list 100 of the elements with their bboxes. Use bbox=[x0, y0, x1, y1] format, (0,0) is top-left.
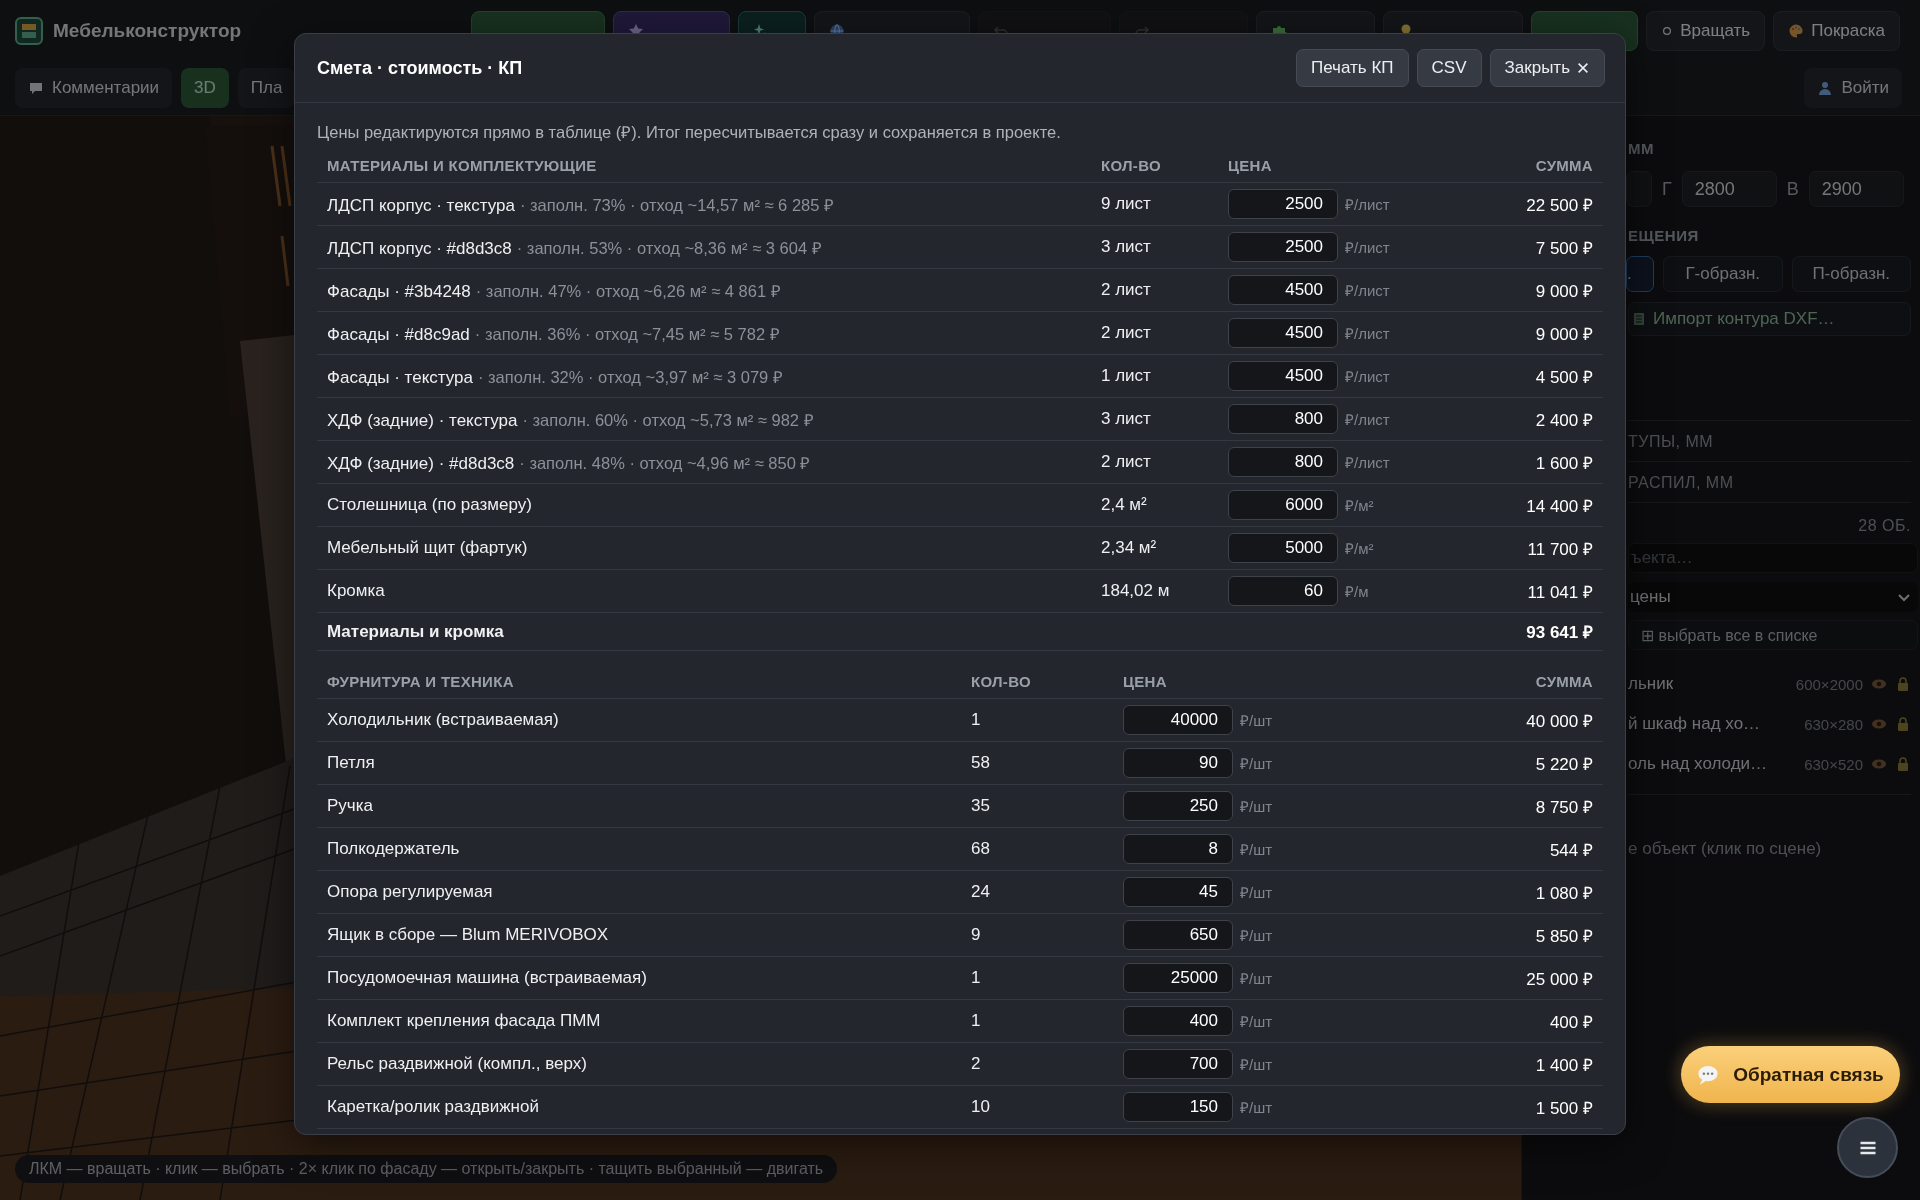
filter-dropdown[interactable]: цены bbox=[1628, 582, 1918, 612]
object-name[interactable]: оль над холоди… bbox=[1628, 754, 1797, 774]
item-name: Мебельный щит (фартук) bbox=[327, 538, 528, 558]
price-field[interactable]: 400 bbox=[1123, 1006, 1233, 1036]
dialog-button[interactable]: Печать КП bbox=[1296, 49, 1409, 87]
price-field[interactable]: 2500 bbox=[1228, 232, 1338, 262]
row-sum: 1 080 ₽ bbox=[1534, 882, 1593, 904]
unit-label: ₽/лист bbox=[1344, 195, 1391, 214]
ring-icon bbox=[1661, 24, 1674, 37]
login-button[interactable]: Войти bbox=[1804, 68, 1902, 108]
lock-icon bbox=[1895, 676, 1911, 692]
item-details: · заполн. 47% · отход ~6,26 м² ≈ 4 861 ₽ bbox=[475, 280, 781, 302]
palette-icon bbox=[1788, 22, 1805, 39]
unit-label: ₽/м² bbox=[1344, 539, 1375, 558]
section-title: РАСПИЛ, ММ bbox=[1628, 474, 1735, 492]
toolbar-button[interactable]: Вращать bbox=[1646, 10, 1766, 51]
price-field[interactable]: 45 bbox=[1123, 877, 1233, 907]
item-details: · заполн. 60% · отход ~5,73 м² ≈ 982 ₽ bbox=[522, 409, 814, 431]
price-field[interactable]: 700 bbox=[1123, 1049, 1233, 1079]
input-field[interactable] bbox=[1626, 171, 1652, 207]
row-sum: 2 400 ₽ bbox=[1534, 409, 1593, 431]
price-field[interactable]: 4500 bbox=[1228, 318, 1338, 348]
quantity: 1 bbox=[971, 968, 982, 988]
price-field[interactable]: 2500 bbox=[1228, 189, 1338, 219]
unit-label: ₽/шт bbox=[1239, 797, 1274, 816]
shape-option[interactable]: Г-образн. bbox=[1663, 256, 1783, 292]
item-name: Фасады · #d8c9ad bbox=[327, 324, 470, 345]
row-sum: 1 600 ₽ bbox=[1534, 452, 1593, 474]
price-field[interactable]: 800 bbox=[1228, 404, 1338, 434]
feedback-button[interactable]: Обратная связь bbox=[1681, 1046, 1900, 1103]
view-tab[interactable]: Пла bbox=[237, 68, 296, 108]
speech-bubble-icon bbox=[1697, 1063, 1720, 1086]
item-details: · заполн. 73% · отход ~14,57 м² ≈ 6 285 ₽ bbox=[519, 194, 834, 216]
unit-label: ₽/шт bbox=[1239, 840, 1274, 859]
unit-label: ₽/лист bbox=[1344, 410, 1391, 429]
row-sum: 544 ₽ bbox=[1548, 839, 1593, 861]
row-sum: 5 220 ₽ bbox=[1534, 753, 1593, 775]
item-details: · заполн. 48% · отход ~4,96 м² ≈ 850 ₽ bbox=[519, 452, 811, 474]
column-header: ЦЕНА bbox=[1228, 157, 1273, 174]
price-field[interactable]: 6000 bbox=[1228, 490, 1338, 520]
item-name: Холодильник (встраиваемая) bbox=[327, 710, 559, 730]
price-field[interactable]: 800 bbox=[1228, 447, 1338, 477]
quantity: 2 лист bbox=[1101, 452, 1152, 472]
unit-label: ₽/шт bbox=[1239, 711, 1274, 730]
item-name: Петля bbox=[327, 753, 375, 773]
row-sum: 5 850 ₽ bbox=[1534, 925, 1593, 947]
item-name: ХДФ (задние) · #d8d3c8 bbox=[327, 453, 515, 474]
quantity: 2 лист bbox=[1101, 280, 1152, 300]
row-sum: 11 700 ₽ bbox=[1526, 538, 1593, 560]
object-name[interactable]: льник bbox=[1628, 674, 1788, 694]
item-name: Фасады · текстура bbox=[327, 367, 473, 388]
unit-label: ₽/м² bbox=[1344, 496, 1375, 515]
unit-label: ₽/шт bbox=[1239, 883, 1274, 902]
item-name: Ящик в сборе — Blum MERIVOBOX bbox=[327, 925, 609, 945]
price-field[interactable]: 250 bbox=[1123, 791, 1233, 821]
row-sum: 400 ₽ bbox=[1548, 1011, 1593, 1033]
input-field[interactable]: 2900 bbox=[1808, 171, 1904, 207]
toolbar-button[interactable]: Покраска bbox=[1773, 10, 1900, 51]
dialog-button[interactable]: Закрыть bbox=[1489, 49, 1605, 87]
column-header: МАТЕРИАЛЫ И КОМПЛЕКТУЮЩИЕ bbox=[327, 157, 598, 174]
row-sum: 1 400 ₽ bbox=[1534, 1054, 1593, 1076]
price-field[interactable]: 4500 bbox=[1228, 361, 1338, 391]
item-details: · заполн. 53% · отход ~8,36 м² ≈ 3 604 ₽ bbox=[516, 237, 822, 259]
total-sum: 93 641 ₽ bbox=[1525, 622, 1593, 643]
price-field[interactable]: 8 bbox=[1123, 834, 1233, 864]
price-field[interactable]: 60 bbox=[1228, 576, 1338, 606]
unit-label: ₽/лист bbox=[1344, 367, 1391, 386]
price-field[interactable]: 150 bbox=[1123, 1092, 1233, 1122]
column-header: ФУРНИТУРА И ТЕХНИКА bbox=[327, 673, 515, 690]
dialog-button[interactable]: CSV bbox=[1416, 49, 1482, 87]
object-name[interactable]: й шкаф над хо… bbox=[1628, 714, 1797, 734]
quantity: 1 bbox=[971, 710, 982, 730]
price-field[interactable]: 5000 bbox=[1228, 533, 1338, 563]
field-label: Г bbox=[1662, 178, 1672, 200]
shape-option[interactable]: П-образн. bbox=[1791, 256, 1911, 292]
quantity: 2 лист bbox=[1101, 323, 1152, 343]
price-field[interactable]: 25000 bbox=[1123, 963, 1233, 993]
item-name: Столешница (по размеру) bbox=[327, 495, 532, 515]
row-sum: 9 000 ₽ bbox=[1534, 323, 1593, 345]
unit-label: ₽/шт bbox=[1239, 754, 1274, 773]
view-tab[interactable]: Комментарии bbox=[15, 68, 173, 108]
field-label: В bbox=[1786, 178, 1799, 200]
speech-bubble-icon bbox=[28, 80, 44, 96]
price-field[interactable]: 40000 bbox=[1123, 705, 1233, 735]
item-name: Полкодержатель bbox=[327, 839, 460, 859]
column-header: СУММА bbox=[1534, 157, 1593, 174]
price-field[interactable]: 4500 bbox=[1228, 275, 1338, 305]
object-size: 630×520 bbox=[1804, 755, 1863, 773]
item-name: Кромка bbox=[327, 581, 385, 601]
close-icon bbox=[1576, 61, 1590, 75]
quantity: 2,4 м² bbox=[1101, 495, 1148, 515]
row-sum: 9 000 ₽ bbox=[1534, 280, 1593, 302]
price-field[interactable]: 90 bbox=[1123, 748, 1233, 778]
unit-label: ₽/шт bbox=[1239, 1055, 1274, 1074]
item-name: Посудомоечная машина (встраиваемая) bbox=[327, 968, 647, 988]
document-icon bbox=[1631, 311, 1647, 327]
input-field[interactable]: 2800 bbox=[1681, 171, 1777, 207]
item-name: Каретка/ролик раздвижной bbox=[327, 1097, 539, 1117]
price-field[interactable]: 650 bbox=[1123, 920, 1233, 950]
quantity: 184,02 м bbox=[1101, 581, 1171, 601]
